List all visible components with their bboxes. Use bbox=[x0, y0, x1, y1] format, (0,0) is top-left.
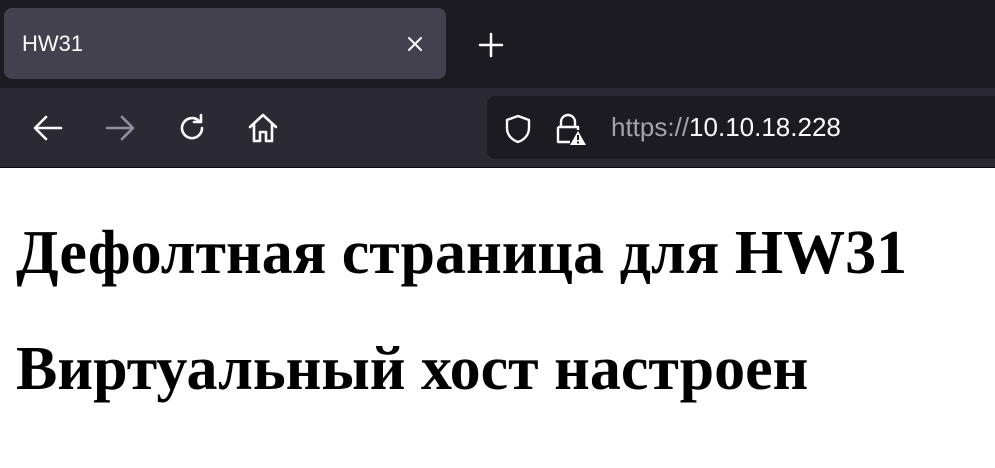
page-heading-primary: Дефолтная страница для HW31 bbox=[16, 219, 908, 287]
url-text[interactable]: https://10.10.18.228 bbox=[611, 96, 841, 159]
page-heading-secondary: Виртуальный хост настроен bbox=[16, 335, 809, 403]
lock-warning-icon[interactable] bbox=[553, 112, 587, 146]
url-host: 10.10.18.228 bbox=[689, 112, 841, 142]
tab-hw31[interactable]: HW31 bbox=[4, 8, 446, 79]
plus-icon[interactable] bbox=[471, 27, 511, 63]
nav-toolbar: https://10.10.18.228 bbox=[0, 88, 995, 168]
page-content: Дефолтная страница для HW31 Виртуальный … bbox=[0, 169, 995, 468]
url-scheme: https:// bbox=[611, 112, 690, 142]
url-bar[interactable]: https://10.10.18.228 bbox=[487, 96, 995, 159]
tab-title: HW31 bbox=[22, 31, 84, 56]
tab-strip: HW31 bbox=[0, 0, 995, 88]
home-icon[interactable] bbox=[243, 108, 283, 148]
back-arrow-icon[interactable] bbox=[28, 108, 68, 148]
reload-icon[interactable] bbox=[172, 108, 212, 148]
close-icon[interactable] bbox=[400, 29, 430, 59]
shield-icon[interactable] bbox=[501, 112, 535, 146]
forward-arrow-icon[interactable] bbox=[100, 108, 140, 148]
